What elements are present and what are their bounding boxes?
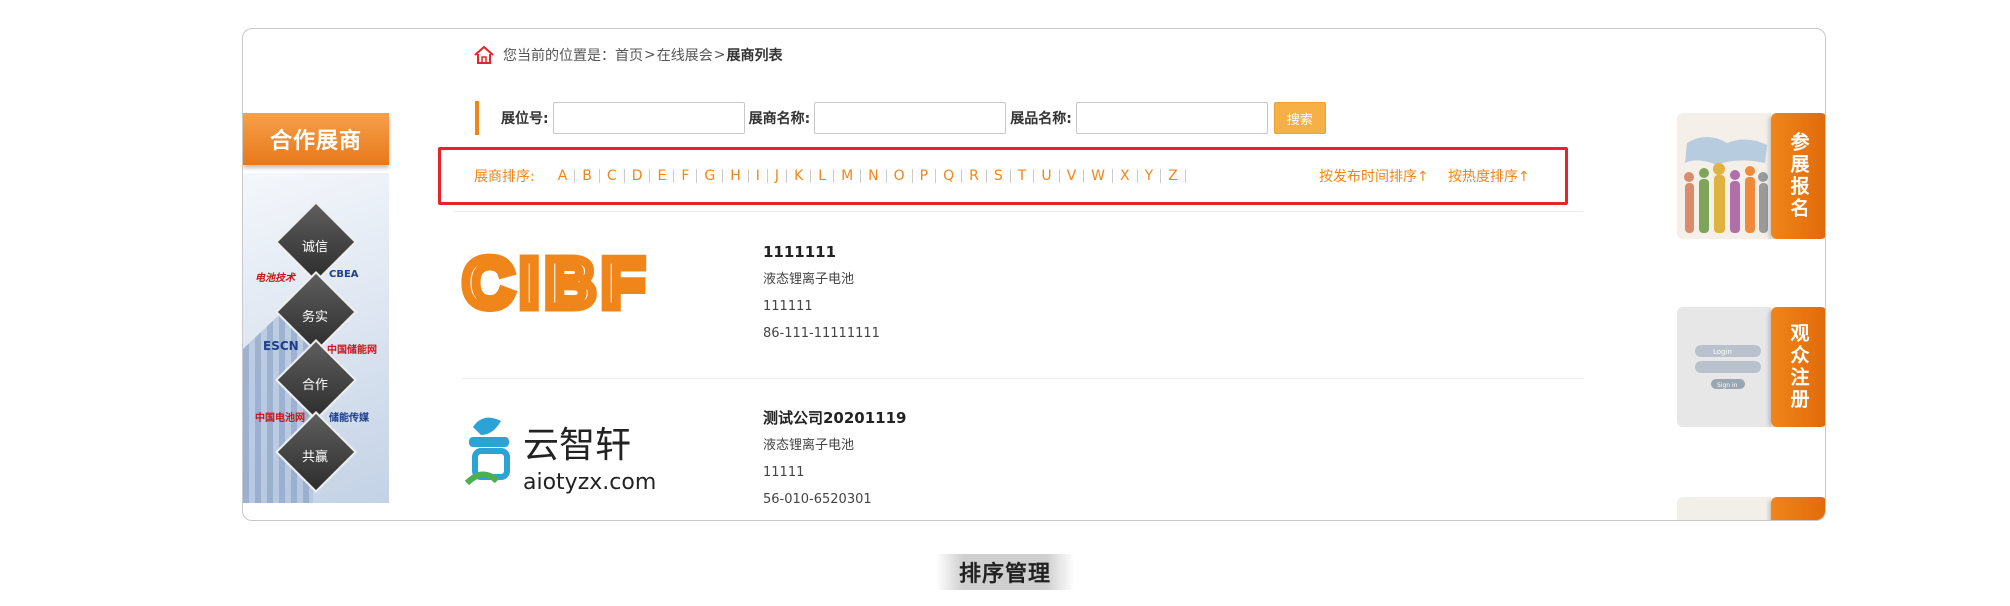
cibf-logo-text: CIBF xyxy=(463,244,650,322)
sort-letter-o[interactable]: O xyxy=(887,169,913,183)
login-illustration: Login Sign in xyxy=(1677,307,1771,427)
booth-input[interactable] xyxy=(552,102,745,134)
sort-letter-n[interactable]: N xyxy=(861,169,887,183)
divider xyxy=(461,378,1583,379)
exhibitor-item[interactable]: 云智轩 aiotyzx.com 测试公司20201119 液态锂离子电池 111… xyxy=(453,397,1523,520)
exhibitor-logo[interactable]: 云智轩 aiotyzx.com xyxy=(453,397,693,517)
sort-letter-u[interactable]: U xyxy=(1034,169,1060,183)
breadcrumb-separator: > xyxy=(644,47,656,63)
booth-label: 展位号: xyxy=(501,111,549,127)
sort-letter-i[interactable]: I xyxy=(749,169,768,183)
partner-word: 共赢 xyxy=(301,450,328,465)
sort-letter-x[interactable]: X xyxy=(1113,169,1138,183)
breadcrumb-home-link[interactable]: 首页 xyxy=(615,45,643,65)
sort-bar: 展商排序: ABCDEFGHIJKLMNOPQRSTUVWXYZ 按发布时间排序… xyxy=(438,147,1568,205)
partner-banner[interactable]: 诚信 务实 合作 共赢 电池技术 CBEA ESCN 中国储能网 中国电池网 储… xyxy=(243,173,389,503)
sort-letter-l[interactable]: L xyxy=(811,169,835,183)
sort-letter-s[interactable]: S xyxy=(987,169,1011,183)
sort-letter-m[interactable]: M xyxy=(834,169,862,183)
partner-panel: 合作展商 诚信 务实 合作 共赢 电池技术 CBEA ESCN 中国储能网 中国… xyxy=(243,113,389,503)
exhibitor-name[interactable]: 1111111 xyxy=(763,239,880,266)
search-button[interactable]: 搜索 xyxy=(1273,102,1326,134)
sort-letter-b[interactable]: B xyxy=(575,169,600,183)
more-card-tab[interactable] xyxy=(1771,497,1825,520)
sort-letter-g[interactable]: G xyxy=(697,169,724,183)
partner-word: 合作 xyxy=(301,378,328,393)
product-label: 展品名称: xyxy=(1010,111,1072,127)
exhibitor-phone: 86-111-11111111 xyxy=(763,326,880,341)
sort-letter-z[interactable]: Z xyxy=(1161,169,1186,183)
partner-logo: ESCN xyxy=(263,339,299,353)
sort-letter-r[interactable]: R xyxy=(962,169,987,183)
sort-by-time-link[interactable]: 按发布时间排序↑ xyxy=(1319,166,1429,186)
breadcrumb: 您当前的位置是： 首页 > 在线展会 > 展商列表 xyxy=(473,45,782,65)
more-card-thumb xyxy=(1677,497,1771,520)
sort-letter-p[interactable]: P xyxy=(913,169,937,183)
sort-letter-y[interactable]: Y xyxy=(1138,169,1162,183)
visitor-registration-tab[interactable]: 观众注册 xyxy=(1771,307,1825,427)
sort-letter-a[interactable]: A xyxy=(551,169,576,183)
sort-letter-w[interactable]: W xyxy=(1084,169,1114,183)
partner-panel-title: 合作展商 xyxy=(243,113,389,165)
exhibitor-booth: 11111 xyxy=(763,465,805,480)
breadcrumb-prefix: 您当前的位置是： xyxy=(503,48,615,64)
partner-logo: 储能传媒 xyxy=(329,413,369,424)
breadcrumb-current: 展商列表 xyxy=(726,48,783,64)
people-illustration xyxy=(1677,113,1771,239)
breadcrumb-parent-link[interactable]: 在线展会 xyxy=(657,45,713,65)
login-label: Login xyxy=(1713,348,1732,356)
sort-letter-t[interactable]: T xyxy=(1011,169,1035,183)
exhibitor-category: 液态锂离子电池 xyxy=(763,272,855,287)
exhibitor-phone: 56-010-6520301 xyxy=(763,492,872,507)
product-input[interactable] xyxy=(1075,102,1268,134)
search-bar-accent xyxy=(475,101,479,135)
logo-cn: 云智轩 xyxy=(523,425,631,466)
exhibitor-item[interactable]: CIBF 1111111 液态锂离子电池 111111 86-111-11111… xyxy=(453,231,1523,391)
exhibitor-info: 1111111 液态锂离子电池 111111 86-111-11111111 xyxy=(763,239,880,347)
company-label: 展商名称: xyxy=(748,111,811,127)
partner-logo: 中国储能网 xyxy=(327,345,377,356)
sort-letter-c[interactable]: C xyxy=(600,169,625,183)
partner-word: 诚信 xyxy=(301,240,328,255)
caption-sort-management: 排序管理 xyxy=(936,554,1074,590)
search-bar: 展位号: 展商名称: 展品名称: 搜索 xyxy=(475,101,1326,135)
sort-letter-f[interactable]: F xyxy=(674,169,698,183)
signin-label: Sign in xyxy=(1717,382,1738,389)
sort-label: 展商排序: xyxy=(474,169,535,185)
partner-logo: 中国电池网 xyxy=(255,413,305,424)
visitor-registration-card[interactable]: Login Sign in 观众注册 xyxy=(1677,307,1825,427)
exhibit-registration-card[interactable]: 参展报名 xyxy=(1677,113,1825,239)
partner-logo: CBEA xyxy=(329,269,359,280)
sort-by-hot-link[interactable]: 按热度排序↑ xyxy=(1448,166,1530,186)
exhibitor-name[interactable]: 测试公司20201119 xyxy=(763,405,907,432)
sort-letter-v[interactable]: V xyxy=(1060,169,1085,183)
divider xyxy=(453,211,1583,212)
sort-letter-e[interactable]: E xyxy=(650,169,675,183)
sort-letter-d[interactable]: D xyxy=(625,169,651,183)
company-input[interactable] xyxy=(814,102,1007,134)
letter-index: ABCDEFGHIJKLMNOPQRSTUVWXYZ xyxy=(551,169,1186,183)
sort-letter-j[interactable]: J xyxy=(768,169,788,183)
breadcrumb-separator: > xyxy=(713,47,726,63)
exhibitor-info: 测试公司20201119 液态锂离子电池 11111 56-010-652030… xyxy=(763,405,907,513)
partner-word: 务实 xyxy=(301,310,328,325)
more-card[interactable] xyxy=(1677,497,1825,520)
exhibitor-list-frame: 您当前的位置是： 首页 > 在线展会 > 展商列表 展位号: 展商名称: 展品名… xyxy=(242,28,1826,521)
logo-en: aiotyzx.com xyxy=(523,470,656,495)
exhibitor-logo[interactable]: CIBF xyxy=(453,231,693,351)
sort-letter-k[interactable]: K xyxy=(787,169,812,183)
exhibitor-category: 液态锂离子电池 xyxy=(763,438,855,453)
sort-letter-h[interactable]: H xyxy=(723,169,749,183)
home-icon[interactable] xyxy=(473,45,495,65)
exhibitor-booth: 111111 xyxy=(763,299,813,314)
exhibit-registration-tab[interactable]: 参展报名 xyxy=(1771,113,1825,239)
sort-letter-q[interactable]: Q xyxy=(936,169,963,183)
partner-logo: 电池技术 xyxy=(255,273,295,284)
